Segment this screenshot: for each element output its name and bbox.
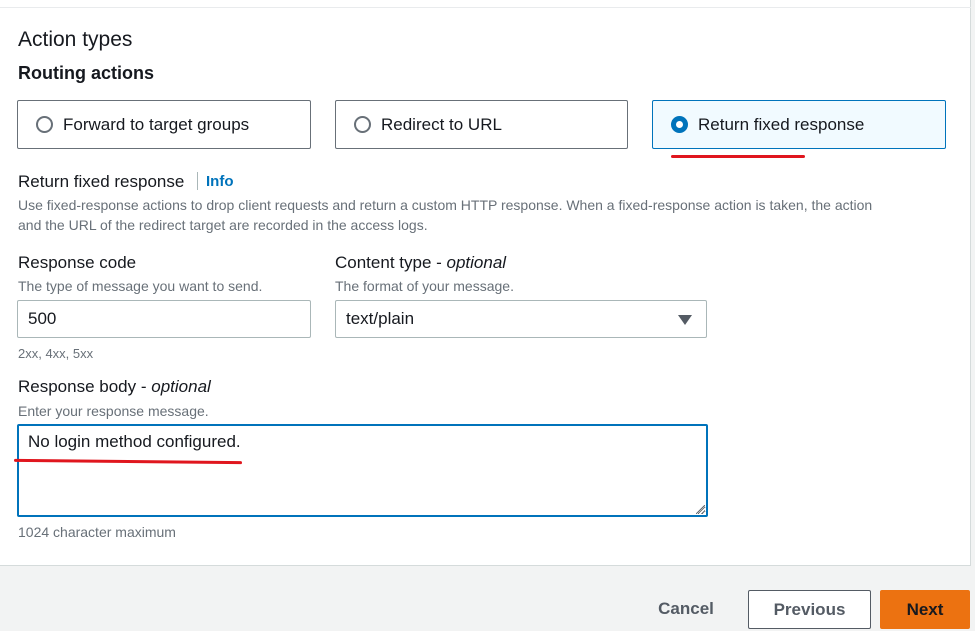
- fixed-response-label: Return fixed response: [18, 172, 185, 191]
- response-body-description: Enter your response message.: [18, 403, 209, 419]
- content-type-value: text/plain: [346, 309, 415, 328]
- previous-button[interactable]: Previous: [748, 590, 871, 629]
- caret-down-icon: [678, 315, 692, 325]
- section-title: Action types: [18, 28, 133, 51]
- label-divider: [197, 172, 198, 190]
- response-code-input[interactable]: [17, 300, 311, 338]
- info-link[interactable]: Info: [206, 173, 234, 190]
- description-line-1: Use fixed-response actions to drop clien…: [18, 197, 873, 213]
- response-body-constraint: 1024 character maximum: [18, 524, 176, 540]
- response-body-optional: optional: [151, 377, 211, 396]
- tile-forward-to-target-groups[interactable]: Forward to target groups: [17, 100, 311, 149]
- content-type-optional: optional: [446, 253, 507, 272]
- radio-redirect-icon[interactable]: [354, 116, 371, 133]
- tile-return-fixed-response[interactable]: Return fixed response: [652, 100, 946, 149]
- tile-redirect-to-url[interactable]: Redirect to URL: [335, 100, 628, 149]
- content-type-label-text: Content type -: [335, 253, 447, 272]
- description-line-2: and the URL of the redirect target are r…: [18, 217, 428, 233]
- content-type-label: Content type - optional: [335, 253, 506, 273]
- cancel-button[interactable]: Cancel: [640, 590, 732, 628]
- tile-label: Redirect to URL: [381, 114, 502, 134]
- annotation-underline-selected: [671, 155, 805, 158]
- response-code-constraint: 2xx, 4xx, 5xx: [18, 346, 94, 361]
- radio-forward-icon[interactable]: [36, 116, 53, 133]
- routing-actions-heading: Routing actions: [18, 63, 154, 83]
- content-type-select[interactable]: text/plain: [335, 300, 707, 338]
- fixed-response-description: Use fixed-response actions to drop clien…: [18, 195, 958, 235]
- content-type-description: The format of your message.: [335, 278, 514, 294]
- response-code-label: Response code: [18, 253, 137, 272]
- tile-label: Return fixed response: [698, 114, 865, 134]
- radio-fixed-response-selected-icon[interactable]: [671, 116, 688, 133]
- resize-handle-icon[interactable]: [696, 505, 705, 514]
- form-panel: Action types Routing actions Forward to …: [0, 0, 971, 566]
- tile-label: Forward to target groups: [63, 114, 250, 134]
- response-body-textarea[interactable]: No login method configured.: [17, 424, 708, 517]
- response-body-label-text: Response body -: [18, 377, 152, 396]
- panel-top-divider: [0, 7, 971, 8]
- response-body-label: Response body - optional: [18, 377, 211, 397]
- response-code-description: The type of message you want to send.: [18, 278, 263, 294]
- next-button[interactable]: Next: [880, 590, 970, 629]
